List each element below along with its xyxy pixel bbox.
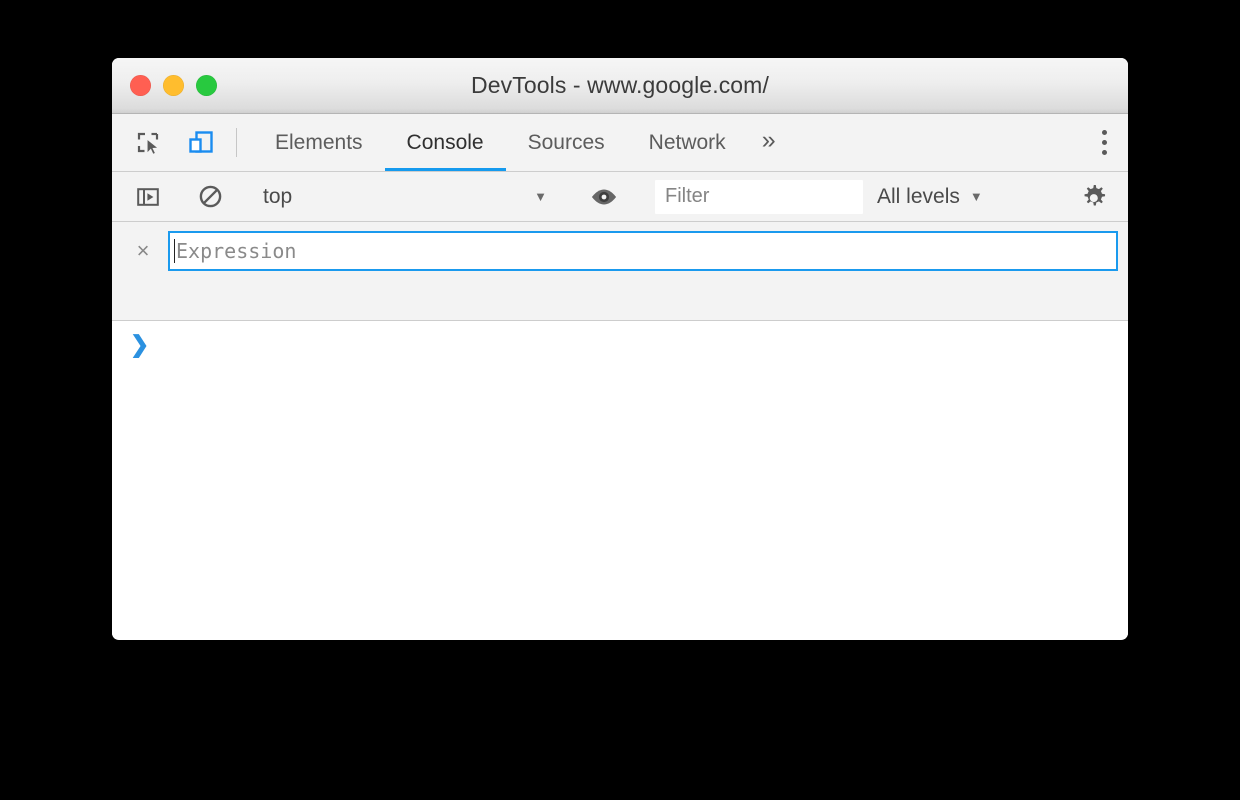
console-prompt[interactable]: ❯ [112, 321, 1128, 358]
close-icon[interactable]: × [126, 234, 160, 268]
console-prompt-input[interactable] [164, 332, 1128, 358]
live-expression-input[interactable]: Expression [168, 231, 1118, 271]
console-toolbar-right [1039, 175, 1128, 219]
chevron-down-icon: ▼ [534, 189, 547, 204]
tab-network[interactable]: Network [627, 114, 748, 171]
tab-elements[interactable]: Elements [253, 114, 385, 171]
more-options-icon[interactable] [1080, 114, 1128, 172]
tab-network-label: Network [648, 130, 726, 154]
execution-context-selector[interactable]: top ▼ [261, 181, 553, 213]
more-options-dot [1101, 150, 1107, 155]
live-expression-placeholder: Expression [176, 239, 297, 263]
window-title: DevTools - www.google.com/ [471, 72, 769, 98]
inspect-element-icon[interactable] [130, 124, 168, 162]
devtools-tabs: Elements Console Sources Network » [253, 114, 796, 171]
log-level-value: All levels [877, 184, 960, 208]
text-cursor [174, 239, 175, 263]
tab-bar-tool-icons [112, 114, 220, 171]
chevron-down-icon: ▼ [969, 189, 983, 204]
tab-elements-label: Elements [275, 130, 363, 154]
more-tabs-chevron-icon[interactable]: » [748, 114, 796, 171]
window-title-bar: DevTools - www.google.com/ [112, 58, 1128, 114]
more-options-dot [1101, 130, 1107, 135]
gear-icon[interactable] [1072, 175, 1116, 219]
live-expressions-pane: × Expression [112, 222, 1128, 321]
tab-console-label: Console [406, 130, 484, 154]
console-sidebar-icon[interactable] [130, 179, 166, 215]
tab-bar-divider [236, 128, 237, 157]
more-options-dot [1101, 140, 1107, 145]
device-toolbar-icon[interactable] [182, 124, 220, 162]
filter-input[interactable] [655, 179, 863, 214]
execution-context-value: top [263, 184, 293, 208]
tab-console[interactable]: Console [384, 114, 506, 171]
console-toolbar-left [112, 179, 228, 215]
tab-sources[interactable]: Sources [506, 114, 627, 171]
tab-bar-right-group [1047, 114, 1128, 171]
console-toolbar: top ▼ All levels ▼ [112, 172, 1128, 222]
eye-icon[interactable] [586, 179, 622, 215]
console-message-area[interactable]: ❯ [112, 321, 1128, 639]
tab-sources-label: Sources [527, 130, 605, 154]
devtools-tab-bar: Elements Console Sources Network » [112, 114, 1128, 172]
clear-console-icon[interactable] [192, 179, 228, 215]
prompt-chevron-icon: ❯ [130, 331, 150, 357]
live-expression-row: × Expression [112, 230, 1128, 272]
log-level-selector[interactable]: All levels ▼ [863, 181, 989, 213]
devtools-window: DevTools - www.google.com/ Elements Cons… [112, 58, 1128, 640]
